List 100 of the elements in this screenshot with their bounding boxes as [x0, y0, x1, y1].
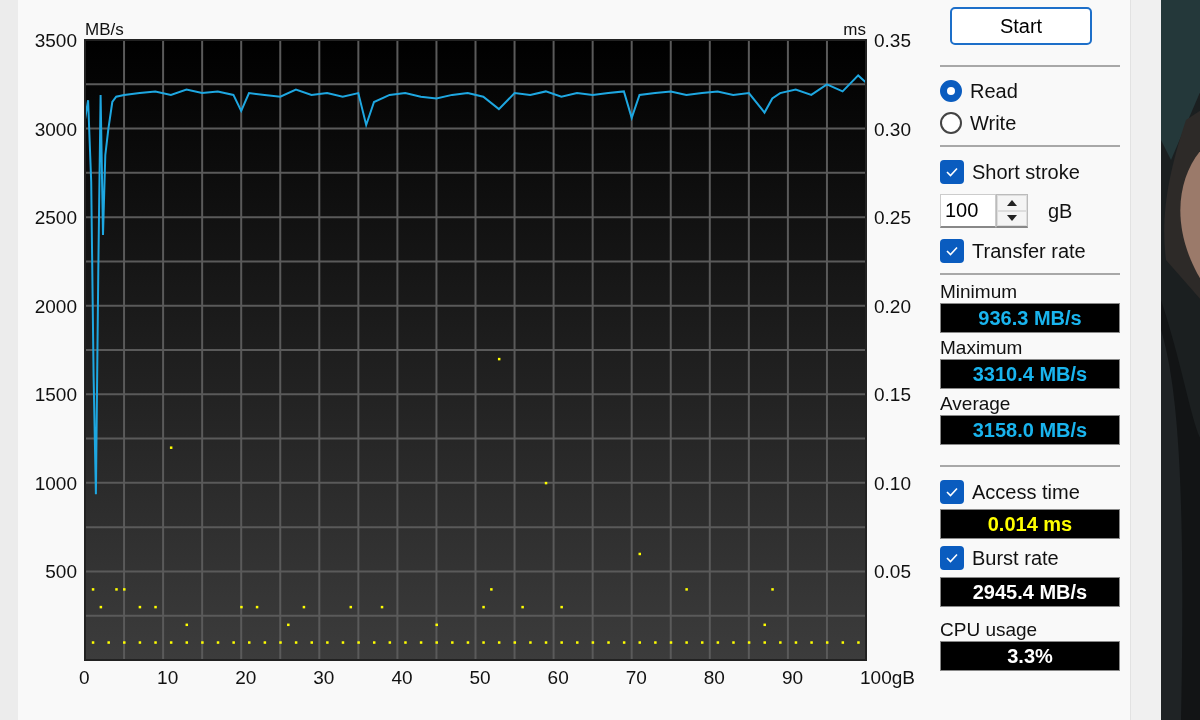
checkbox-label: Access time	[972, 480, 1080, 504]
access-time-point	[513, 641, 517, 644]
radio-label: Read	[970, 79, 1018, 103]
check-icon	[945, 552, 959, 564]
access-time-point	[576, 641, 579, 644]
access-time-point	[154, 641, 157, 644]
access-time-point	[185, 623, 189, 627]
axis-tick-label: 0.35	[874, 30, 911, 51]
access-time-point	[169, 446, 173, 449]
access-time-point	[185, 641, 189, 644]
spin-up-button[interactable]	[997, 195, 1027, 211]
checkbox[interactable]	[940, 546, 964, 570]
access-time-point	[326, 641, 329, 644]
axis-tick-label: 40	[391, 667, 413, 688]
access-time-point	[763, 641, 766, 644]
axis-tick-label: 2000	[34, 295, 77, 317]
access-time-point	[99, 605, 103, 609]
access-time-point	[490, 588, 493, 591]
access-time-point	[115, 588, 118, 591]
access-time-point	[466, 641, 470, 644]
access-time-point	[138, 605, 142, 609]
access-time-point	[482, 641, 485, 644]
axis-tick-label: 1500	[34, 384, 77, 406]
axis-tick-label: 10	[157, 667, 179, 688]
size-spin-field[interactable]: 100	[940, 194, 1028, 228]
access-time-point	[825, 641, 829, 644]
access-time-point	[716, 641, 720, 644]
access-time-point	[747, 641, 751, 644]
axis-tick-label: 0.30	[874, 118, 911, 140]
axis-tick-label: 500	[45, 561, 77, 583]
checkbox[interactable]	[940, 160, 964, 184]
axis-tick-label: 1000	[34, 472, 77, 494]
access-time-point	[669, 641, 673, 644]
stat-label: Maximum	[940, 336, 1024, 359]
axis-tick-label: 0.10	[874, 472, 911, 494]
access-time-point	[497, 357, 501, 361]
access-time-point	[794, 641, 798, 644]
up-triangle-icon	[1007, 199, 1017, 206]
axis-unit-label: ms	[843, 20, 866, 39]
access-time-point	[560, 605, 563, 609]
axis-tick-label: 60	[547, 667, 569, 688]
access-time-point	[857, 641, 860, 644]
access-time-point	[302, 605, 306, 609]
size-input[interactable]: 100	[940, 194, 996, 228]
access-time-point	[91, 588, 95, 591]
access-time-point	[380, 605, 384, 609]
check-icon	[945, 245, 959, 257]
checkbox-label: Short stroke	[972, 160, 1080, 184]
axis-tick-label: 0	[79, 667, 90, 688]
access-time-point	[341, 641, 345, 644]
access-time-point	[638, 641, 641, 644]
access-time-point	[349, 605, 353, 609]
stat-value: 936.3 MB/s	[940, 303, 1120, 333]
access-time-point	[638, 552, 641, 556]
access-time-point	[732, 641, 735, 644]
access-time-point	[701, 641, 704, 644]
axis-unit-label: MB/s	[85, 20, 124, 39]
access-time-point	[435, 641, 438, 644]
access-time-point	[497, 641, 501, 644]
access-time-point	[232, 641, 235, 644]
access-time-point	[154, 605, 157, 609]
access-time-point	[763, 623, 766, 627]
radio-button[interactable]	[940, 80, 962, 102]
stat-label: Minimum	[940, 280, 1019, 303]
cpu-usage-value: 3.3%	[940, 641, 1120, 671]
axis-tick-label: 80	[703, 667, 725, 688]
access-time-point	[255, 605, 259, 609]
axis-tick-label: 30	[313, 667, 335, 688]
access-time-point	[123, 588, 126, 591]
axis-tick-label: 2500	[34, 207, 77, 229]
access-time-point	[654, 641, 657, 644]
access-time-point	[560, 641, 563, 644]
checkbox[interactable]	[940, 480, 964, 504]
access-time-point	[107, 641, 110, 644]
access-time-point	[91, 641, 95, 644]
axis-tick-label: 20	[235, 667, 257, 688]
radio-button[interactable]	[940, 112, 962, 134]
access-time-point	[685, 641, 688, 644]
access-time-point	[372, 641, 376, 644]
access-time-point	[685, 588, 688, 591]
burst-rate-value: 2945.4 MB/s	[940, 577, 1120, 607]
axis-tick-label: 0.25	[874, 207, 911, 229]
access-time-value: 0.014 ms	[940, 509, 1120, 539]
access-time-point	[240, 605, 243, 609]
access-time-point	[279, 641, 282, 644]
down-triangle-icon	[1007, 215, 1017, 222]
access-time-point	[482, 605, 485, 609]
start-button[interactable]: Start	[950, 7, 1092, 45]
access-time-point	[138, 641, 142, 644]
access-time-point	[294, 641, 298, 644]
axis-tick-label: 0.20	[874, 295, 911, 317]
access-time-point	[435, 623, 438, 627]
checkbox[interactable]	[940, 239, 964, 263]
access-time-point	[216, 641, 220, 644]
access-time-point	[169, 641, 173, 644]
access-time-point	[357, 641, 360, 644]
access-time-point	[310, 641, 313, 644]
access-time-point	[248, 641, 251, 644]
axis-tick-label: 3000	[34, 118, 77, 140]
check-icon	[945, 486, 959, 498]
